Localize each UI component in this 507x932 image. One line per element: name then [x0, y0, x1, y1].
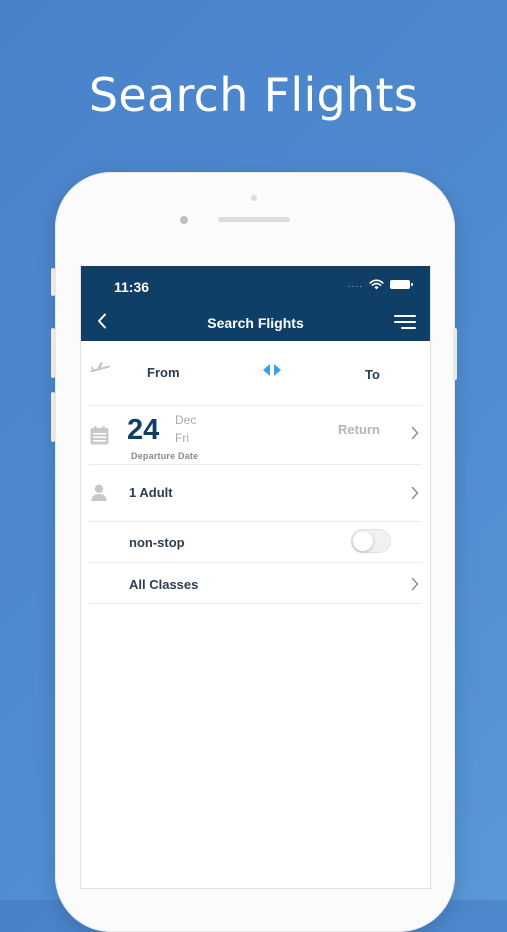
- promo-title: Search Flights: [88, 68, 419, 122]
- departure-day: 24: [127, 414, 160, 446]
- departure-weekday: Fri: [175, 431, 189, 445]
- chevron-right-icon: [411, 426, 419, 440]
- status-indicators: ....: [347, 279, 413, 290]
- volume-down-button: [51, 392, 55, 442]
- chevron-right-icon: [411, 577, 419, 591]
- volume-up-button: [51, 328, 55, 378]
- proximity-sensor: [251, 195, 257, 201]
- earpiece-speaker: [218, 217, 290, 222]
- power-button: [453, 328, 457, 380]
- person-icon: [91, 484, 107, 501]
- front-camera: [180, 216, 188, 224]
- passengers-label: 1 Adult: [129, 485, 173, 500]
- toggle-knob: [353, 531, 373, 551]
- app-screen: 11:36 .... Search Flights From To 24 Dec…: [80, 266, 431, 889]
- page-title: Search Flights: [207, 315, 304, 331]
- nonstop-row: non-stop: [89, 522, 422, 563]
- battery-icon: [390, 280, 413, 289]
- nonstop-toggle[interactable]: [351, 529, 391, 553]
- route-row: From To: [89, 341, 422, 406]
- passengers-row[interactable]: 1 Adult: [89, 465, 422, 522]
- silent-switch: [51, 268, 55, 296]
- cellular-signal-icon: ....: [347, 279, 363, 290]
- from-field[interactable]: From: [147, 365, 180, 380]
- cabin-class-row[interactable]: All Classes: [89, 563, 422, 604]
- menu-button[interactable]: [394, 315, 416, 331]
- chevron-right-icon: [411, 486, 419, 500]
- wifi-icon: [369, 279, 384, 290]
- return-date-field[interactable]: Return: [338, 422, 380, 437]
- departure-month: Dec: [175, 413, 197, 427]
- navigation-bar: 11:36 .... Search Flights: [81, 266, 430, 341]
- swap-arrows-icon[interactable]: [261, 363, 283, 377]
- nonstop-label: non-stop: [129, 535, 185, 550]
- departure-date-caption: Departure Date: [131, 451, 199, 461]
- cabin-class-label: All Classes: [129, 577, 199, 592]
- departure-date-row[interactable]: 24 Dec Fri Departure Date Return: [89, 406, 422, 465]
- plane-icon: [89, 362, 111, 372]
- status-time: 11:36: [114, 279, 150, 295]
- hamburger-menu-icon: [394, 315, 416, 317]
- to-field[interactable]: To: [365, 367, 380, 382]
- calendar-icon: [90, 426, 109, 445]
